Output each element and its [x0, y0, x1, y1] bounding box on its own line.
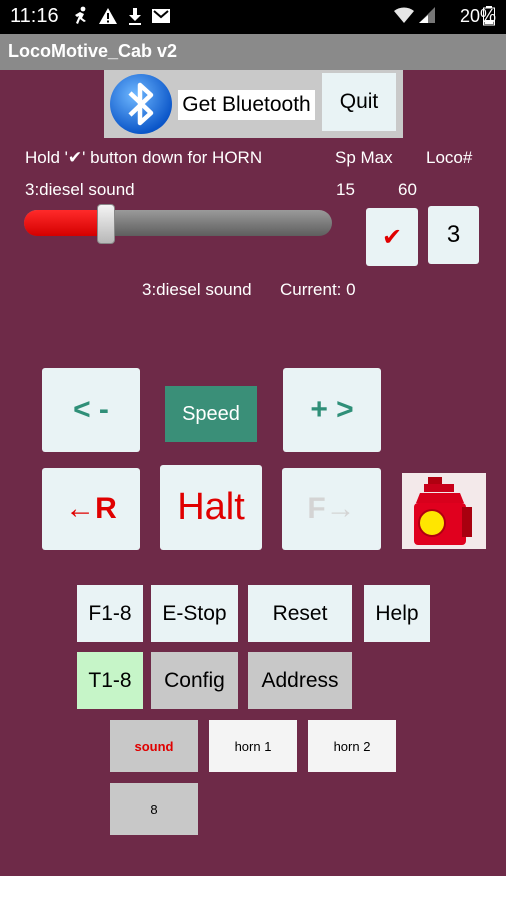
battery-icon	[483, 6, 495, 30]
running-icon	[72, 6, 90, 30]
function-8-button[interactable]: 8	[110, 783, 198, 835]
get-bluetooth-button[interactable]: Get Bluetooth	[178, 90, 315, 120]
halt-button[interactable]: Halt	[160, 465, 262, 550]
speed-up-button[interactable]: + >	[283, 368, 381, 452]
loco-label: Loco#	[426, 148, 473, 167]
config-button[interactable]: Config	[151, 652, 238, 709]
f1-8-button[interactable]: F1-8	[77, 585, 143, 642]
max-value: 60	[398, 180, 417, 199]
bottom-margin	[0, 876, 506, 900]
speed-button[interactable]: Speed	[165, 386, 257, 442]
warning-icon	[98, 6, 118, 30]
e-stop-button[interactable]: E-Stop	[151, 585, 238, 642]
address-button[interactable]: Address	[248, 652, 352, 709]
speed-down-button[interactable]: < -	[42, 368, 140, 452]
lantern-icon[interactable]	[402, 473, 486, 549]
t1-8-button[interactable]: T1-8	[77, 652, 143, 709]
sp-max-label: Sp Max	[335, 148, 393, 167]
speed-slider-fill	[24, 210, 105, 236]
horn-check-button[interactable]: ✔	[366, 208, 418, 266]
reverse-button[interactable]: ←R	[42, 468, 140, 550]
status-bar: 11:16 20%	[0, 0, 506, 34]
reset-button[interactable]: Reset	[248, 585, 352, 642]
quit-button[interactable]: Quit	[322, 73, 396, 131]
mail-icon	[152, 6, 170, 28]
horn2-button[interactable]: horn 2	[308, 720, 396, 772]
sound-button[interactable]: sound	[110, 720, 198, 772]
app-title: LocoMotive_Cab v2	[8, 41, 178, 61]
loco-number-button[interactable]: 3	[428, 206, 479, 264]
status-current-text: Current: 0	[280, 280, 356, 299]
sp-value: 15	[336, 180, 355, 199]
app-title-bar: LocoMotive_Cab v2	[0, 34, 506, 70]
horn-hint-text: Hold '✔' button down for HORN	[25, 148, 263, 167]
status-time: 11:16	[10, 5, 59, 27]
speed-slider-thumb[interactable]	[97, 204, 115, 244]
horn1-button[interactable]: horn 1	[209, 720, 297, 772]
current-loco-text: 3:diesel sound	[25, 180, 135, 199]
download-icon	[127, 6, 143, 30]
forward-button[interactable]: F→	[282, 468, 381, 550]
bluetooth-icon[interactable]	[108, 73, 174, 135]
status-loco-text: 3:diesel sound	[142, 280, 252, 299]
wifi-icon	[393, 6, 415, 28]
signal-icon	[418, 6, 436, 28]
help-button[interactable]: Help	[364, 585, 430, 642]
